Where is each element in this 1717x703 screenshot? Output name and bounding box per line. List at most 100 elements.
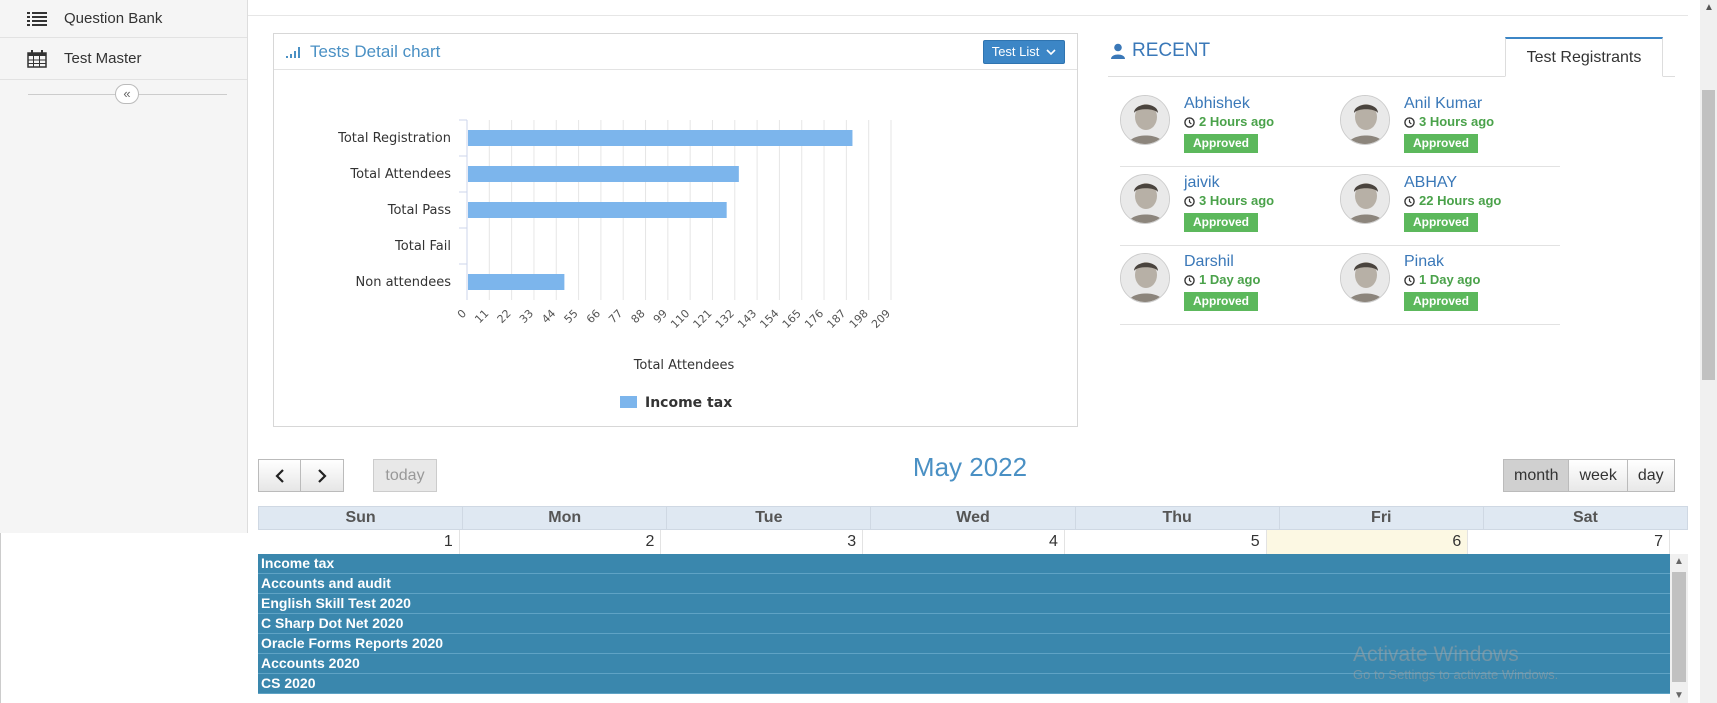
scroll-down-icon[interactable]: ▼ <box>1674 690 1684 701</box>
sidebar-item-test-master[interactable]: Test Master <box>0 38 247 80</box>
weekday-wed: Wed <box>871 507 1076 529</box>
view-week-button[interactable]: week <box>1569 459 1628 492</box>
chevron-down-icon <box>1043 44 1056 59</box>
page-scrollbar[interactable]: ▲ <box>1700 0 1717 703</box>
weekday-header: Sun Mon Tue Wed Thu Fri Sat <box>258 506 1688 530</box>
registrant-name[interactable]: jaivik <box>1184 174 1274 192</box>
top-strip <box>248 0 1688 16</box>
calendar-icon <box>26 49 48 69</box>
view-day-button[interactable]: day <box>1627 459 1675 492</box>
weekday-thu: Thu <box>1076 507 1280 529</box>
registrant-name[interactable]: Abhishek <box>1184 95 1274 113</box>
sidebar-collapse-button[interactable]: « <box>115 84 139 104</box>
calendar-title: May 2022 <box>912 452 1028 482</box>
avatar <box>1340 174 1390 224</box>
legend-swatch[interactable] <box>620 396 637 408</box>
day-cell[interactable]: 5 <box>1065 530 1267 554</box>
bar[interactable] <box>468 130 853 146</box>
registrant-time-text: 3 Hours ago <box>1199 193 1275 208</box>
x-tick-label: 132 <box>713 307 737 331</box>
bar[interactable] <box>468 274 565 290</box>
x-axis-title: Total Attendees <box>633 358 735 373</box>
registrants-list: Abhishek 2 Hours ago Approved Anil Kumar 3 H… <box>1120 88 1560 325</box>
calendar-event[interactable]: English Skill Test 2020 <box>258 594 1670 614</box>
calendar-event[interactable]: Accounts and audit <box>258 574 1670 594</box>
registrant-name[interactable]: ABHAY <box>1404 174 1501 192</box>
bar[interactable] <box>468 202 727 218</box>
clock-icon <box>1184 274 1195 286</box>
registrant-name[interactable]: Anil Kumar <box>1404 95 1494 113</box>
day-cell[interactable]: 6 <box>1266 530 1469 554</box>
x-tick-label: 99 <box>651 307 670 326</box>
calendar-event[interactable]: C Sharp Dot Net 2020 <box>258 614 1670 634</box>
calendar-scrollbar[interactable]: ▲ ▼ <box>1670 554 1688 703</box>
prev-month-button[interactable] <box>258 459 301 492</box>
calendar-nav <box>258 459 344 492</box>
list-icon <box>26 9 48 29</box>
registrant-time: 1 Day ago <box>1404 271 1480 289</box>
test-list-dropdown[interactable]: Test List <box>982 40 1065 64</box>
sidebar-collapse-row: « <box>0 80 247 110</box>
x-tick-label: 110 <box>668 307 692 331</box>
day-cell[interactable]: 4 <box>863 530 1065 554</box>
registrant-row: Abhishek 2 Hours ago Approved Anil Kumar 3 H… <box>1120 88 1560 167</box>
view-month-button[interactable]: month <box>1503 459 1570 492</box>
avatar <box>1120 174 1170 224</box>
x-tick-label: 44 <box>539 307 558 326</box>
category-label: Non attendees <box>356 275 452 290</box>
avatar <box>1120 253 1170 303</box>
registrant-time: 3 Hours ago <box>1404 113 1494 131</box>
calendar-event[interactable]: Income tax <box>258 554 1670 574</box>
today-button[interactable]: today <box>373 459 437 492</box>
next-month-button[interactable] <box>301 459 344 492</box>
day-cell[interactable]: 3 <box>661 530 864 554</box>
recent-title: RECENT <box>1132 40 1211 61</box>
status-badge: Approved <box>1184 213 1259 232</box>
weekday-fri: Fri <box>1280 507 1484 529</box>
day-number-row: 1234567 <box>258 530 1671 554</box>
registrant-item: Darshil 1 Day ago Approved <box>1120 246 1340 324</box>
sidebar-item-label: Question Bank <box>64 10 163 27</box>
windows-activation-watermark: Activate Windows Go to Settings to activ… <box>1353 643 1558 682</box>
registrant-time: 2 Hours ago <box>1184 113 1274 131</box>
weekday-mon: Mon <box>463 507 668 529</box>
bar[interactable] <box>468 166 739 182</box>
day-cell[interactable]: 2 <box>460 530 662 554</box>
weekday-tue: Tue <box>667 507 872 529</box>
registrant-row: jaivik 3 Hours ago Approved ABHAY 22 Hours a… <box>1120 167 1560 246</box>
clock-icon <box>1404 116 1415 128</box>
x-tick-label: 33 <box>517 307 536 326</box>
registrant-time: 1 Day ago <box>1184 271 1260 289</box>
category-label: Total Fail <box>394 239 451 254</box>
x-tick-label: 121 <box>691 307 715 331</box>
registrant-name[interactable]: Darshil <box>1184 253 1260 271</box>
registrant-time-text: 22 Hours ago <box>1419 193 1502 208</box>
registrant-item: ABHAY 22 Hours ago Approved <box>1340 167 1560 245</box>
scrollbar-thumb[interactable] <box>1702 90 1715 380</box>
x-tick-label: 187 <box>824 307 848 331</box>
legend-label[interactable]: Income tax <box>645 395 732 411</box>
x-tick-label: 143 <box>735 307 759 331</box>
day-cell[interactable]: 1 <box>258 530 460 554</box>
x-tick-label: 176 <box>802 307 826 331</box>
scroll-up-icon[interactable]: ▲ <box>1674 556 1684 567</box>
scroll-up-icon[interactable]: ▲ <box>1704 2 1714 13</box>
day-cell[interactable]: 7 <box>1468 530 1671 554</box>
avatar <box>1340 253 1390 303</box>
registrant-info: Abhishek 2 Hours ago Approved <box>1184 95 1274 166</box>
sidebar-item-question-bank[interactable]: Question Bank <box>0 0 247 38</box>
scrollbar-thumb[interactable] <box>1672 572 1686 682</box>
category-label: Total Registration <box>337 131 451 146</box>
clock-icon <box>1184 116 1195 128</box>
registrant-name[interactable]: Pinak <box>1404 253 1480 271</box>
status-badge: Approved <box>1404 134 1479 153</box>
registrant-info: jaivik 3 Hours ago Approved <box>1184 174 1274 245</box>
watermark-line1: Activate Windows <box>1353 643 1519 666</box>
x-tick-label: 209 <box>869 307 893 331</box>
clock-icon <box>1184 195 1195 207</box>
tab-test-registrants[interactable]: Test Registrants <box>1505 37 1663 77</box>
registrant-item: Anil Kumar 3 Hours ago Approved <box>1340 88 1560 166</box>
app-root: Question Bank Test Master « Tests Detail… <box>0 0 1717 703</box>
user-icon <box>1110 43 1126 59</box>
avatar <box>1340 95 1390 145</box>
